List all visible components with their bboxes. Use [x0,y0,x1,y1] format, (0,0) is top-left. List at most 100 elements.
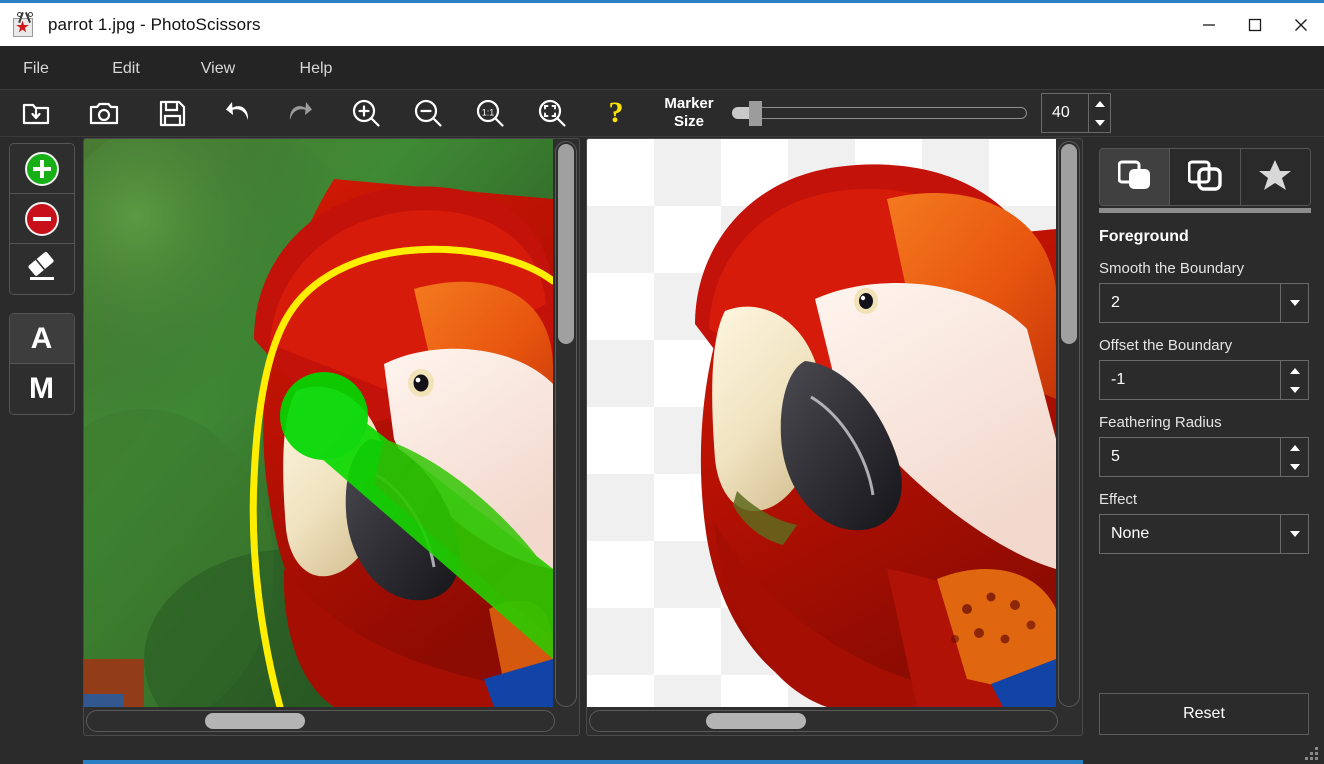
feathering-radius-value: 5 [1111,448,1120,465]
caret-up-icon [1289,367,1300,374]
menu-bar: File Edit View Help [0,46,1324,90]
menu-item-edit[interactable]: Edit [102,54,150,84]
caret-down-icon [1094,119,1105,126]
menu-item-view[interactable]: View [190,54,246,84]
scrollbar-thumb[interactable] [558,144,574,344]
menu-item-file[interactable]: File [12,54,60,84]
effect-value: None [1111,525,1150,542]
smooth-the-boundary-dropdown-toggle[interactable] [1280,284,1308,322]
source-vertical-scrollbar[interactable] [555,141,577,707]
offset-the-boundary-label: Offset the Boundary [1099,337,1233,354]
marker-size-label-line1: Marker [664,95,714,112]
close-button[interactable] [1278,2,1324,48]
circle-plus-icon [24,151,59,186]
smooth-the-boundary-dropdown[interactable]: 2 [1099,283,1309,323]
manual-mode-button[interactable]: M [9,364,74,414]
photoscissors-window: parrot 1.jpg - PhotoScissors File Edit V… [0,0,1324,764]
magnifier-1-to-1-icon: 1:1 [475,98,505,128]
foreground-marker-button[interactable] [9,144,74,194]
effect-dropdown[interactable]: None [1099,514,1309,554]
offset-the-boundary-value: -1 [1111,371,1126,388]
title-bar: parrot 1.jpg - PhotoScissors [0,0,1324,46]
zoom-actual-size-button[interactable]: 1:1 [468,93,512,133]
window-controls [1186,2,1324,48]
capture-button[interactable] [82,93,126,133]
chevron-down-icon [1289,531,1300,537]
letter-m-icon: M [29,372,54,405]
help-button[interactable]: ? [594,93,638,133]
source-horizontal-scrollbar[interactable] [86,710,555,732]
minimize-button[interactable] [1186,2,1232,48]
source-image [84,139,553,707]
marker-size-decrement[interactable] [1089,113,1110,132]
background-marker-button[interactable] [9,194,74,244]
tab-background[interactable] [1170,149,1241,205]
redo-button[interactable] [278,93,322,133]
marker-size-increment[interactable] [1089,94,1110,113]
layers-outline-icon [1187,159,1222,196]
layers-filled-icon [1117,159,1152,196]
svg-text:1:1: 1:1 [482,108,495,118]
tab-foreground[interactable] [1100,149,1171,205]
marker-size-label-line2: Size [673,113,704,130]
effect-dropdown-toggle[interactable] [1280,515,1308,553]
scrollbar-thumb[interactable] [1061,144,1077,344]
feathering-radius-increment[interactable] [1281,438,1308,457]
resize-grip[interactable] [1305,747,1319,760]
tab-effects[interactable] [1240,149,1310,205]
scrollbar-thumb[interactable] [205,713,305,729]
maximize-button[interactable] [1232,2,1278,48]
caret-down-icon [1289,386,1300,393]
settings-panel: Foreground Smooth the Boundary 2 Offset … [1083,137,1324,764]
offset-the-boundary-stepper [1280,361,1308,399]
eraser-button[interactable] [9,244,74,294]
redo-arrow-icon [285,99,315,127]
effect-label: Effect [1099,491,1138,508]
mode-tools-group: A M [8,313,75,415]
slider-thumb[interactable] [749,101,762,126]
zoom-in-button[interactable] [344,93,388,133]
undo-button[interactable] [216,93,260,133]
folder-download-icon [21,98,51,128]
zoom-out-button[interactable] [406,93,450,133]
offset-the-boundary-decrement[interactable] [1281,380,1308,399]
marker-size-stepper [1088,94,1110,132]
zoom-fit-button[interactable] [530,93,574,133]
app-icon [12,11,38,38]
marker-tools-group [8,143,75,295]
marker-size-value: 40 [1052,104,1070,121]
scrollbar-thumb[interactable] [706,713,806,729]
main-toolbar: 1:1 ? Marker Size 40 [0,90,1324,137]
chevron-down-icon [1289,300,1300,306]
caret-up-icon [1289,444,1300,451]
source-canvas[interactable] [84,139,553,707]
smooth-the-boundary-label: Smooth the Boundary [1099,260,1245,277]
menu-item-help[interactable]: Help [290,54,342,84]
result-canvas[interactable] [587,139,1056,707]
floppy-save-icon [159,100,186,127]
marker-size-input[interactable]: 40 [1041,93,1111,133]
auto-mode-button[interactable]: A [9,314,74,364]
feathering-radius-decrement[interactable] [1281,457,1308,476]
slider-track [732,107,1027,119]
offset-the-boundary-increment[interactable] [1281,361,1308,380]
save-button[interactable] [150,93,194,133]
source-image-panel[interactable] [83,138,580,736]
result-image [695,164,1056,707]
magnifier-plus-icon [351,98,381,128]
smooth-the-boundary-value: 2 [1111,294,1120,311]
result-horizontal-scrollbar[interactable] [589,710,1058,732]
open-image-button[interactable] [14,93,58,133]
circle-minus-icon [24,201,59,236]
settings-section-title: Foreground [1099,228,1189,245]
offset-the-boundary-input[interactable]: -1 [1099,360,1309,400]
marker-size-slider[interactable] [732,101,1027,126]
feathering-radius-label: Feathering Radius [1099,414,1222,431]
result-vertical-scrollbar[interactable] [1058,141,1080,707]
feathering-radius-input[interactable]: 5 [1099,437,1309,477]
reset-button[interactable]: Reset [1099,693,1309,735]
question-mark-icon: ? [608,96,624,129]
result-image-panel[interactable] [586,138,1083,736]
undo-arrow-icon [223,99,253,127]
eraser-icon [24,251,60,288]
